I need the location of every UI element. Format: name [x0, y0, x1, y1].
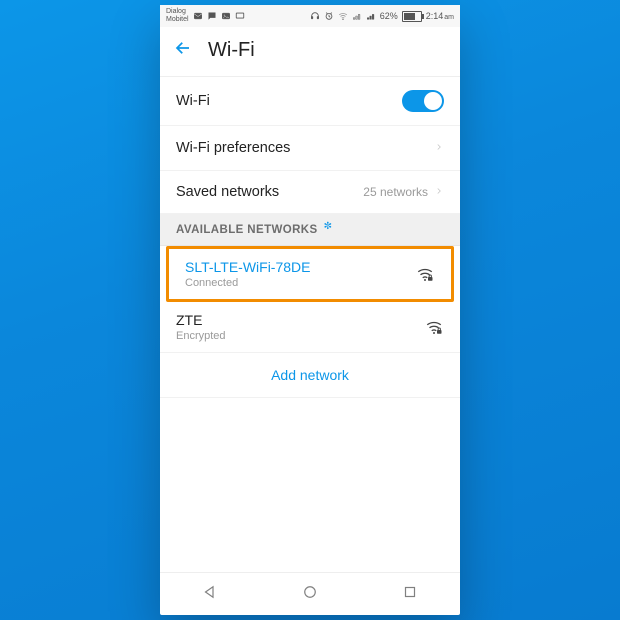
phone-frame: Dialog Mobitel 62% 2:14am Wi-Fi: [160, 5, 460, 615]
signal-1-icon: [352, 11, 362, 21]
circle-icon: [301, 583, 319, 601]
battery-icon: [402, 11, 422, 22]
carrier-line2: Mobitel: [166, 16, 189, 24]
add-network-label: Add network: [271, 367, 349, 383]
network-status: Connected: [185, 277, 311, 289]
section-label: AVAILABLE NETWORKS: [176, 224, 318, 236]
wifi-signal-secured-icon: [424, 317, 444, 337]
status-bar: Dialog Mobitel 62% 2:14am: [160, 5, 460, 27]
network-item-connected[interactable]: SLT-LTE-WiFi-78DE Connected: [169, 249, 451, 299]
network-status: Encrypted: [176, 330, 226, 342]
back-button[interactable]: [174, 39, 192, 62]
alarm-icon: [324, 11, 334, 21]
network-item[interactable]: ZTE Encrypted: [160, 302, 460, 353]
highlight-box: SLT-LTE-WiFi-78DE Connected: [166, 246, 454, 302]
arrow-left-icon: [174, 39, 192, 57]
wifi-signal-secured-icon: [415, 264, 435, 284]
loading-indicator-icon: ✼: [324, 221, 333, 232]
headphones-icon: [310, 11, 320, 21]
wifi-toggle[interactable]: [402, 90, 444, 112]
mail-icon: [193, 11, 203, 21]
nav-bar: [160, 572, 460, 615]
network-name: ZTE: [176, 312, 226, 328]
saved-networks-value: 25 networks: [363, 185, 444, 199]
wifi-toggle-label: Wi-Fi: [176, 93, 210, 109]
page-title: Wi-Fi: [208, 39, 255, 62]
square-icon: [401, 583, 419, 601]
status-left: Dialog Mobitel: [166, 8, 245, 24]
wifi-preferences-row[interactable]: Wi-Fi preferences: [160, 126, 460, 171]
saved-networks-label: Saved networks: [176, 184, 279, 200]
page-header: Wi-Fi: [160, 27, 460, 77]
chat-icon: [207, 11, 217, 21]
wifi-toggle-row[interactable]: Wi-Fi: [160, 77, 460, 126]
image-icon: [221, 11, 231, 21]
nav-back-button[interactable]: [201, 583, 219, 606]
wifi-preferences-label: Wi-Fi preferences: [176, 140, 290, 156]
signal-2-icon: [366, 11, 376, 21]
chevron-right-icon: [434, 139, 444, 157]
chevron-right-icon: [434, 185, 444, 199]
spacer: [160, 398, 460, 572]
time-label: 2:14am: [426, 11, 454, 21]
triangle-left-icon: [201, 583, 219, 601]
nav-home-button[interactable]: [301, 583, 319, 606]
carrier-line1: Dialog: [166, 8, 189, 16]
wifi-status-icon: [338, 11, 348, 21]
available-networks-header: AVAILABLE NETWORKS ✼: [160, 214, 460, 246]
status-right: 62% 2:14am: [310, 11, 454, 22]
saved-networks-row[interactable]: Saved networks 25 networks: [160, 171, 460, 214]
carrier-label: Dialog Mobitel: [166, 8, 189, 24]
network-name: SLT-LTE-WiFi-78DE: [185, 259, 311, 275]
add-network-button[interactable]: Add network: [160, 353, 460, 398]
battery-pct-label: 62%: [380, 11, 398, 21]
screen-icon: [235, 11, 245, 21]
nav-recent-button[interactable]: [401, 583, 419, 606]
